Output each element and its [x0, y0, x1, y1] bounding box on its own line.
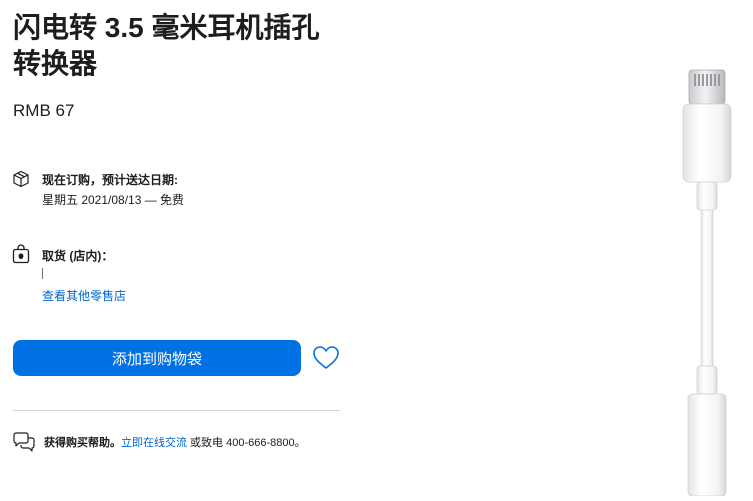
other-stores-link[interactable]: 查看其他零售店	[42, 287, 126, 304]
adapter-product-image	[682, 69, 732, 496]
shopping-bag-icon	[12, 244, 30, 269]
heart-icon[interactable]	[312, 345, 340, 371]
delivery-title: 现在订购，预计送达日期:	[42, 173, 178, 187]
help-text: 获得购买帮助。立即在线交流 或致电 400-666-8800。	[44, 434, 306, 450]
product-price: RMB 67	[13, 101, 75, 120]
product-title: 闪电转 3.5 毫米耳机插孔转换器	[13, 12, 320, 79]
add-to-bag-button[interactable]: 添加到购物袋	[13, 340, 301, 376]
pickup-store-cursor	[42, 268, 43, 279]
chat-bubbles-icon	[12, 432, 36, 457]
chat-now-link[interactable]: 立即在线交流	[121, 437, 187, 449]
pickup-title: 取货 (店内)：	[42, 249, 114, 263]
divider	[13, 410, 340, 411]
help-prefix: 获得购买帮助。	[44, 437, 121, 449]
help-phone-text: 或致电 400-666-8800。	[187, 437, 306, 449]
delivery-date: 星期五 2021/08/13 — 免费	[42, 193, 185, 207]
box-icon	[12, 170, 30, 193]
